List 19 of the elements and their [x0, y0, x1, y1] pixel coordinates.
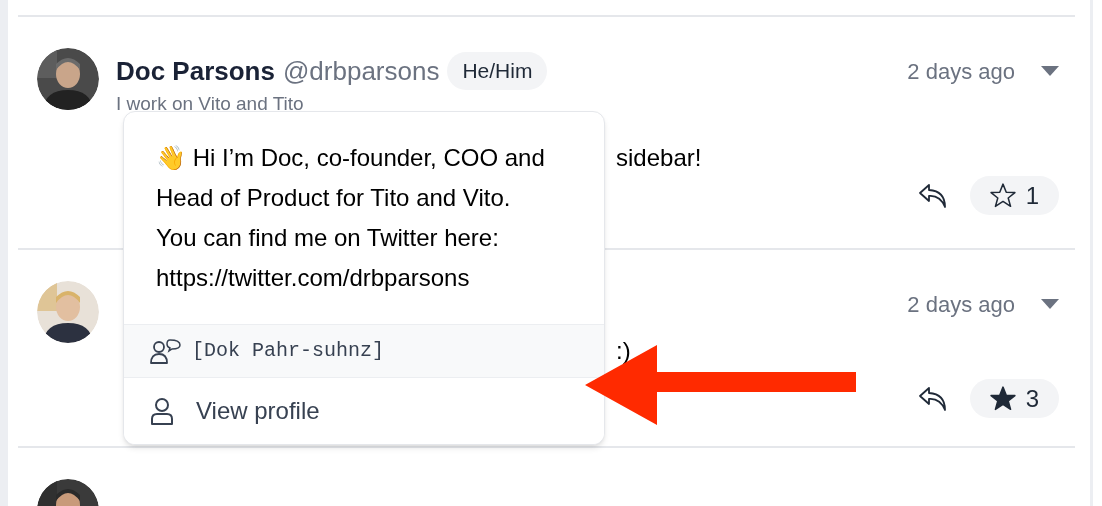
star-button[interactable]: 3 — [969, 379, 1059, 418]
post-time: 2 days ago — [907, 57, 1015, 86]
profile-bio: 👋 Hi I’m Doc, co-founder, COO and Head of Product for Tito and Vito. You can find me on Twitter here: https://twitter.com/drbparsons — [155, 143, 546, 293]
pronouns-badge: He/Him — [447, 52, 548, 90]
message-text: sidebar! — [616, 143, 702, 173]
speaking-person-icon — [150, 338, 182, 364]
caret-icon[interactable] — [1041, 66, 1059, 76]
author-handle: @drbparsons — [282, 54, 440, 88]
message-text: :) — [616, 336, 631, 366]
reply-icon[interactable] — [917, 182, 948, 209]
reply-icon[interactable] — [917, 385, 948, 412]
pronunciation-text: [Dok Pahr-suhnz] — [192, 338, 385, 364]
post-time: 2 days ago — [907, 290, 1015, 319]
star-button[interactable]: 1 — [969, 176, 1059, 215]
user-icon — [150, 397, 174, 425]
author-bio: I work on Vito and Tito — [116, 92, 305, 116]
caret-icon[interactable] — [1041, 299, 1059, 309]
view-profile-menu-item[interactable]: View profile — [124, 378, 604, 444]
author-name[interactable]: Doc Parsons — [116, 51, 275, 91]
